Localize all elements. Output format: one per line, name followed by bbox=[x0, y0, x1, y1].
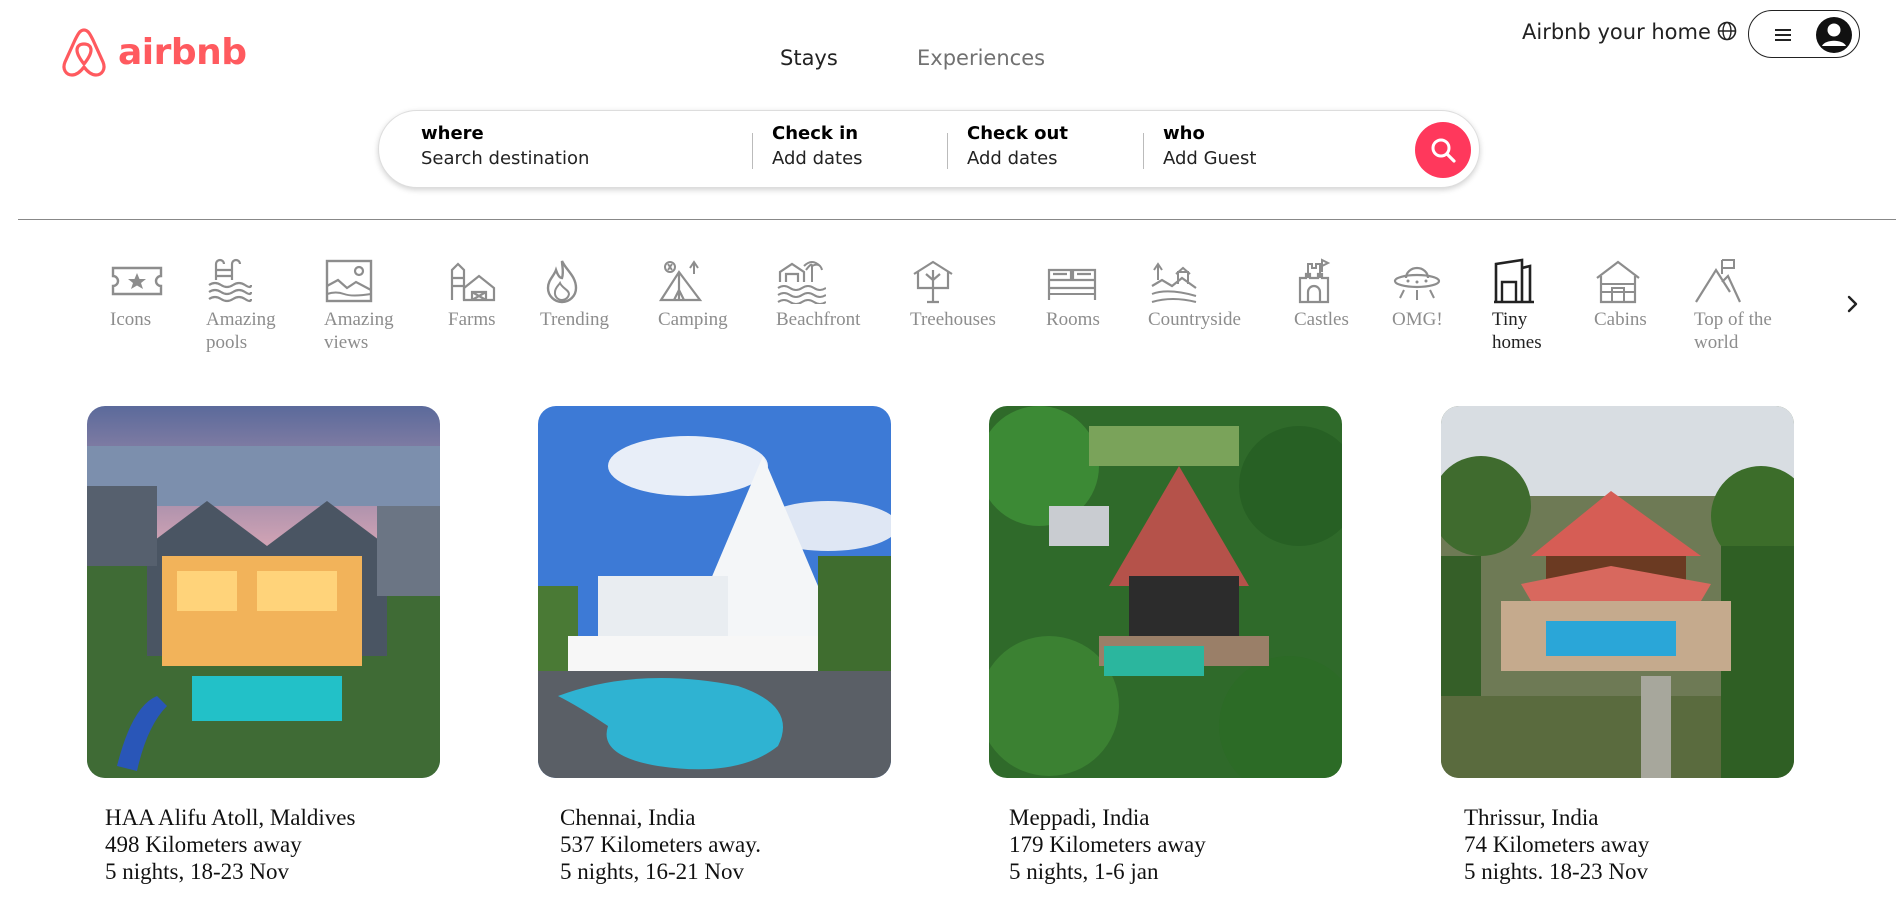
category-label: Top of the world bbox=[1694, 309, 1772, 353]
listing-info: Chennai, India 537 Kilometers away. 5 ni… bbox=[560, 804, 761, 885]
listing-location: HAA Alifu Atoll, Maldives bbox=[105, 805, 356, 830]
globe-icon[interactable] bbox=[1716, 20, 1738, 42]
category-tiny-homes[interactable]: Tiny homes bbox=[1492, 258, 1562, 354]
category-label: Cabins bbox=[1594, 309, 1647, 330]
listing-distance: 179 Kilometers away bbox=[1009, 832, 1206, 857]
search-button[interactable] bbox=[1415, 122, 1471, 178]
listing-info: Meppadi, India 179 Kilometers away 5 nig… bbox=[1009, 804, 1206, 885]
flame-icon bbox=[546, 260, 578, 304]
user-avatar-icon bbox=[1816, 17, 1852, 53]
category-label: Tiny homes bbox=[1492, 309, 1542, 353]
mountain-flag-icon bbox=[1695, 259, 1741, 303]
listing-card[interactable]: Thrissur, India 74 Kilometers away 5 nig… bbox=[1441, 406, 1794, 884]
listing-photo[interactable] bbox=[538, 406, 891, 778]
category-label: Farms bbox=[448, 309, 496, 330]
category-label: Beachfront bbox=[776, 309, 861, 330]
barn-icon bbox=[450, 262, 496, 302]
divider bbox=[1143, 133, 1144, 169]
category-amazing-pools[interactable]: Amazing pools bbox=[206, 258, 296, 354]
menu-icon bbox=[1775, 29, 1791, 41]
category-treehouses[interactable]: Treehouses bbox=[910, 258, 996, 331]
listing-info: HAA Alifu Atoll, Maldives 498 Kilometers… bbox=[105, 804, 355, 885]
user-menu-button[interactable] bbox=[1748, 10, 1860, 58]
category-label: Amazing views bbox=[324, 309, 394, 353]
guests-value: Add Guest bbox=[1163, 148, 1257, 169]
where-field[interactable]: where Search destination bbox=[421, 123, 589, 169]
listing-location: Chennai, India bbox=[560, 805, 696, 830]
category-farms[interactable]: Farms bbox=[448, 258, 496, 331]
category-amazing-views[interactable]: Amazing views bbox=[324, 258, 414, 354]
tab-stays[interactable]: Stays bbox=[780, 46, 838, 70]
check-out-label: Check out bbox=[967, 123, 1068, 144]
category-bar: Icons Amazing pools Amazing views Farms … bbox=[0, 258, 1896, 368]
category-label: Countryside bbox=[1148, 309, 1241, 330]
chevron-right-icon[interactable] bbox=[1842, 294, 1862, 314]
search-icon bbox=[1431, 138, 1456, 163]
listing-distance: 74 Kilometers away bbox=[1464, 832, 1650, 857]
tab-experiences[interactable]: Experiences bbox=[917, 46, 1045, 70]
listing-location: Meppadi, India bbox=[1009, 805, 1150, 830]
listing-card[interactable]: HAA Alifu Atoll, Maldives 498 Kilometers… bbox=[87, 406, 440, 884]
listing-info: Thrissur, India 74 Kilometers away 5 nig… bbox=[1464, 804, 1649, 885]
category-castles[interactable]: Castles bbox=[1294, 258, 1349, 331]
category-label: Castles bbox=[1294, 309, 1349, 330]
ufo-icon bbox=[1393, 266, 1441, 300]
category-rooms[interactable]: Rooms bbox=[1046, 258, 1100, 331]
category-cabins[interactable]: Cabins bbox=[1594, 258, 1647, 331]
tent-icon bbox=[658, 260, 703, 302]
category-label: OMG! bbox=[1392, 309, 1443, 330]
castle-icon bbox=[1298, 258, 1331, 304]
listing-distance: 498 Kilometers away bbox=[105, 832, 302, 857]
category-trending[interactable]: Trending bbox=[540, 258, 609, 331]
check-in-value: Add dates bbox=[772, 148, 863, 169]
check-in-field[interactable]: Check in Add dates bbox=[772, 123, 863, 169]
listing-photo[interactable] bbox=[989, 406, 1342, 778]
category-beachfront[interactable]: Beachfront bbox=[776, 258, 860, 331]
category-label: Camping bbox=[658, 309, 728, 330]
category-label: Trending bbox=[540, 309, 609, 330]
category-label: Rooms bbox=[1046, 309, 1100, 330]
check-out-value: Add dates bbox=[967, 148, 1058, 169]
category-camping[interactable]: Camping bbox=[658, 258, 728, 331]
tiny-home-icon bbox=[1494, 258, 1534, 304]
category-icons[interactable]: Icons bbox=[110, 258, 164, 331]
search-bar: where Search destination Check in Add da… bbox=[378, 110, 1480, 188]
listing-dates: 5 nights, 18-23 Nov bbox=[105, 859, 289, 884]
listing-card[interactable]: Chennai, India 537 Kilometers away. 5 ni… bbox=[538, 406, 891, 884]
category-top-of-the-world[interactable]: Top of the world bbox=[1694, 258, 1784, 354]
check-out-field[interactable]: Check out Add dates bbox=[967, 123, 1068, 169]
where-value: Search destination bbox=[421, 148, 590, 169]
picture-icon bbox=[325, 259, 373, 303]
header-divider bbox=[18, 219, 1896, 220]
countryside-icon bbox=[1151, 262, 1197, 303]
treehouse-icon bbox=[913, 260, 953, 304]
guests-field[interactable]: who Add Guest bbox=[1163, 123, 1256, 169]
main-tabs: Stays Experiences bbox=[0, 46, 1896, 76]
listing-photo[interactable] bbox=[87, 406, 440, 778]
listing-dates: 5 nights. 18-23 Nov bbox=[1464, 859, 1648, 884]
check-in-label: Check in bbox=[772, 123, 859, 144]
listing-dates: 5 nights, 16-21 Nov bbox=[560, 859, 744, 884]
listing-dates: 5 nights, 1-6 jan bbox=[1009, 859, 1159, 884]
divider bbox=[947, 133, 948, 169]
where-label: where bbox=[421, 123, 484, 144]
ticket-icon bbox=[111, 266, 163, 296]
beach-house-icon bbox=[777, 261, 826, 304]
listing-photo[interactable] bbox=[1441, 406, 1794, 778]
category-label: Treehouses bbox=[910, 309, 996, 330]
listing-card[interactable]: Meppadi, India 179 Kilometers away 5 nig… bbox=[989, 406, 1342, 884]
category-label: Icons bbox=[110, 309, 152, 330]
category-omg[interactable]: OMG! bbox=[1392, 258, 1443, 331]
category-label: Amazing pools bbox=[206, 309, 276, 353]
divider bbox=[752, 133, 753, 169]
cabin-icon bbox=[1596, 260, 1640, 304]
guests-label: who bbox=[1163, 123, 1205, 144]
category-countryside[interactable]: Countryside bbox=[1148, 258, 1241, 331]
bed-icon bbox=[1047, 268, 1097, 300]
pool-icon bbox=[208, 258, 252, 303]
listing-distance: 537 Kilometers away. bbox=[560, 832, 761, 857]
listing-location: Thrissur, India bbox=[1464, 805, 1599, 830]
host-link[interactable]: Airbnb your home bbox=[1522, 20, 1711, 44]
